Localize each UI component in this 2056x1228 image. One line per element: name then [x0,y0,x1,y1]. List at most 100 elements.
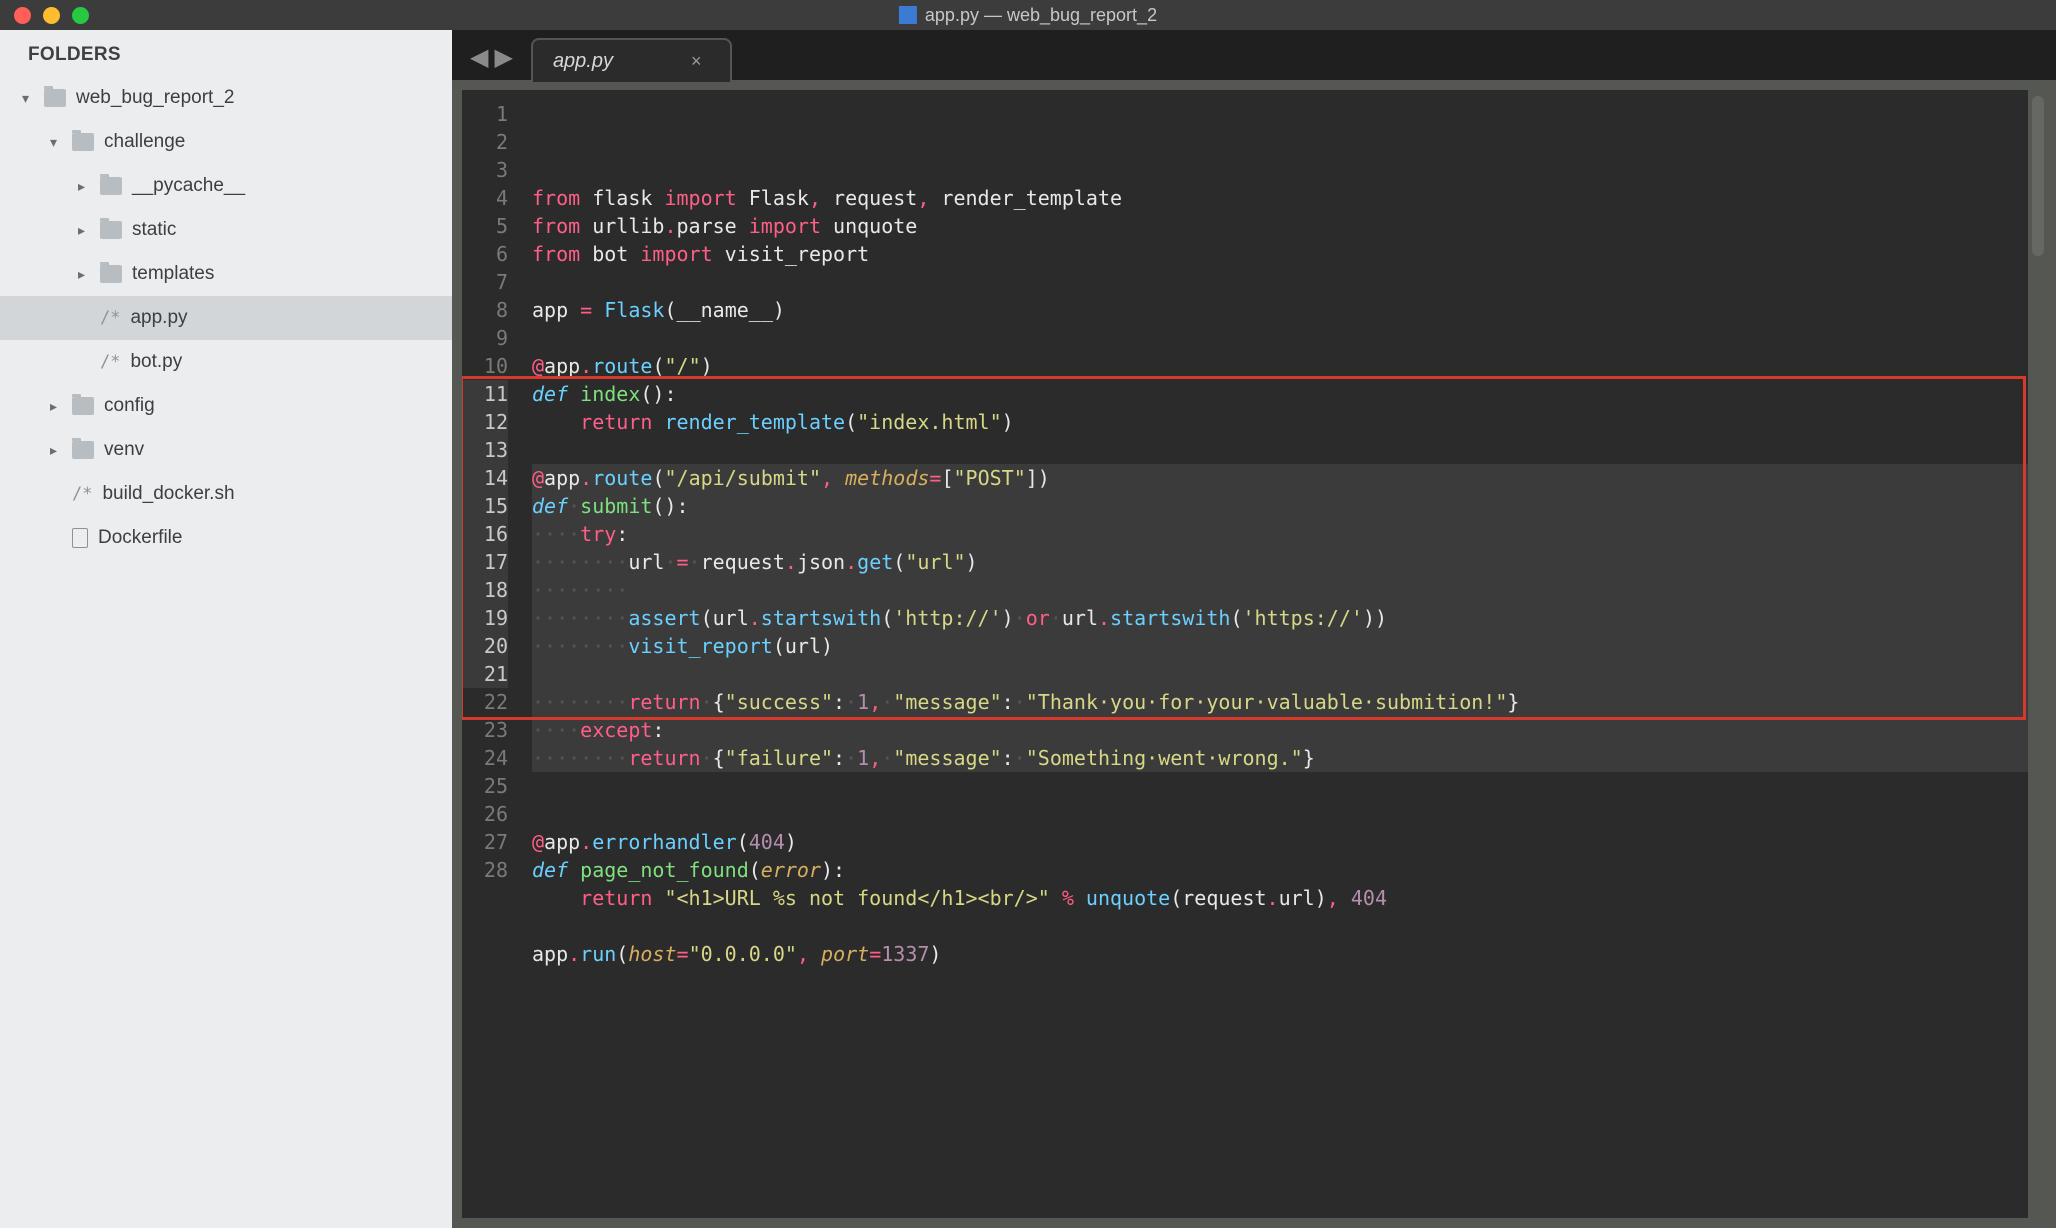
tree-item-label: app.py [130,307,187,329]
code-line[interactable]: from urllib.parse import unquote [532,212,2046,240]
code-line[interactable]: ····except: [532,716,2046,744]
line-number[interactable]: 26 [462,800,508,828]
line-number[interactable]: 23 [462,716,508,744]
close-icon[interactable] [14,7,31,24]
line-number[interactable]: 4 [462,184,508,212]
line-number[interactable]: 2 [462,128,508,156]
line-number[interactable]: 5 [462,212,508,240]
code-line[interactable] [532,772,2046,800]
chevron-down-icon[interactable]: ▾ [50,134,62,151]
chevron-right-icon[interactable]: ▸ [78,222,90,239]
code-line[interactable]: ········url·=·request.json.get("url") [532,548,2046,576]
code-line[interactable]: return "<h1>URL %s not found</h1><br/>" … [532,884,2046,912]
tree-item[interactable]: ▸__pycache__ [0,164,452,208]
tree-item[interactable]: ▸static [0,208,452,252]
line-number[interactable]: 9 [462,324,508,352]
tree-item-label: Dockerfile [98,527,182,549]
tree-item[interactable]: /*build_docker.sh [0,472,452,516]
code-line[interactable]: @app.route("/api/submit", methods=["POST… [532,464,2046,492]
chevron-down-icon[interactable]: ▾ [22,90,34,107]
editor-shell: 1234567891011121314151617181920212223242… [452,82,2056,1228]
code-line[interactable]: def page_not_found(error): [532,856,2046,884]
tab-close-icon[interactable]: × [691,51,702,72]
zoom-icon[interactable] [72,7,89,24]
code-line[interactable]: ········return·{"success":·1,·"message":… [532,688,2046,716]
line-number[interactable]: 3 [462,156,508,184]
tree-item-label: templates [132,263,214,285]
code-line[interactable] [532,436,2046,464]
code-line[interactable] [532,912,2046,940]
code-line[interactable] [532,324,2046,352]
code-line[interactable]: from flask import Flask, request, render… [532,184,2046,212]
code-content[interactable]: from flask import Flask, request, render… [522,90,2046,1218]
line-number[interactable]: 12 [462,408,508,436]
code-line[interactable] [532,268,2046,296]
tree-item[interactable]: ▸ templates [0,252,452,296]
code-line[interactable]: from bot import visit_report [532,240,2046,268]
line-number[interactable]: 21 [462,660,508,688]
minimize-icon[interactable] [43,7,60,24]
chevron-right-icon[interactable]: ▸ [78,178,90,195]
tab-strip[interactable]: ◀ ▶ app.py × [452,30,2056,82]
line-number[interactable]: 10 [462,352,508,380]
line-number[interactable]: 22 [462,688,508,716]
sidebar[interactable]: FOLDERS ▾web_bug_report_2▾challenge▸__py… [0,30,452,1228]
code-line[interactable] [532,660,2046,688]
line-number[interactable]: 1 [462,100,508,128]
editor-right-gutter [2028,90,2046,1218]
line-number[interactable]: 18 [462,576,508,604]
line-number[interactable]: 15 [462,492,508,520]
code-line[interactable]: ········assert(url.startswith('http://')… [532,604,2046,632]
code-line[interactable]: ········return·{"failure":·1,·"message":… [532,744,2046,772]
code-line[interactable]: def·submit(): [532,492,2046,520]
line-number[interactable]: 7 [462,268,508,296]
code-line[interactable]: app.run(host="0.0.0.0", port=1337) [532,940,2046,968]
folder-tree[interactable]: ▾web_bug_report_2▾challenge▸__pycache__▸… [0,76,452,560]
code-line[interactable]: ········ [532,576,2046,604]
code-line[interactable]: @app.route("/") [532,352,2046,380]
line-number[interactable]: 6 [462,240,508,268]
code-editor[interactable]: 1234567891011121314151617181920212223242… [462,90,2046,1218]
tree-item[interactable]: Dockerfile [0,516,452,560]
tree-item[interactable]: ▸venv [0,428,452,472]
code-line[interactable]: return render_template("index.html") [532,408,2046,436]
code-line[interactable]: @app.errorhandler(404) [532,828,2046,856]
nav-forward-icon[interactable]: ▶ [494,43,512,72]
tree-item[interactable]: ▸config [0,384,452,428]
code-line[interactable]: app = Flask(__name__) [532,296,2046,324]
tree-item-label: bot.py [130,351,182,373]
chevron-right-icon[interactable]: ▸ [78,266,90,283]
chevron-right-icon[interactable]: ▸ [50,442,62,459]
code-line[interactable]: ········visit_report(url) [532,632,2046,660]
line-number[interactable]: 19 [462,604,508,632]
line-number-gutter: 1234567891011121314151617181920212223242… [462,90,522,1218]
line-number[interactable]: 14 [462,464,508,492]
line-number[interactable]: 8 [462,296,508,324]
source-file-icon: /* [100,308,120,328]
vertical-scrollbar[interactable] [2032,96,2044,256]
line-number[interactable]: 27 [462,828,508,856]
titlebar[interactable]: app.py — web_bug_report_2 [0,0,2056,30]
line-number[interactable]: 11 [462,380,508,408]
line-number[interactable]: 13 [462,436,508,464]
tree-item[interactable]: ▾web_bug_report_2 [0,76,452,120]
sidebar-header: FOLDERS [0,30,452,76]
line-number[interactable]: 25 [462,772,508,800]
line-number[interactable]: 17 [462,548,508,576]
tree-item[interactable]: /* app.py [0,296,452,340]
chevron-right-icon[interactable]: ▸ [50,398,62,415]
tree-item[interactable]: ▾challenge [0,120,452,164]
line-number[interactable]: 24 [462,744,508,772]
nav-back-icon[interactable]: ◀ [470,43,488,72]
tab-app-py[interactable]: app.py × [531,38,732,82]
editor-area: ◀ ▶ app.py × 123456789101112131415161718… [452,30,2056,1228]
tree-item[interactable]: /*bot.py [0,340,452,384]
code-line[interactable]: ····try: [532,520,2046,548]
code-line[interactable] [532,800,2046,828]
folder-icon [100,177,122,195]
line-number[interactable]: 20 [462,632,508,660]
file-icon [72,528,88,548]
line-number[interactable]: 16 [462,520,508,548]
code-line[interactable]: def index(): [532,380,2046,408]
line-number[interactable]: 28 [462,856,508,884]
